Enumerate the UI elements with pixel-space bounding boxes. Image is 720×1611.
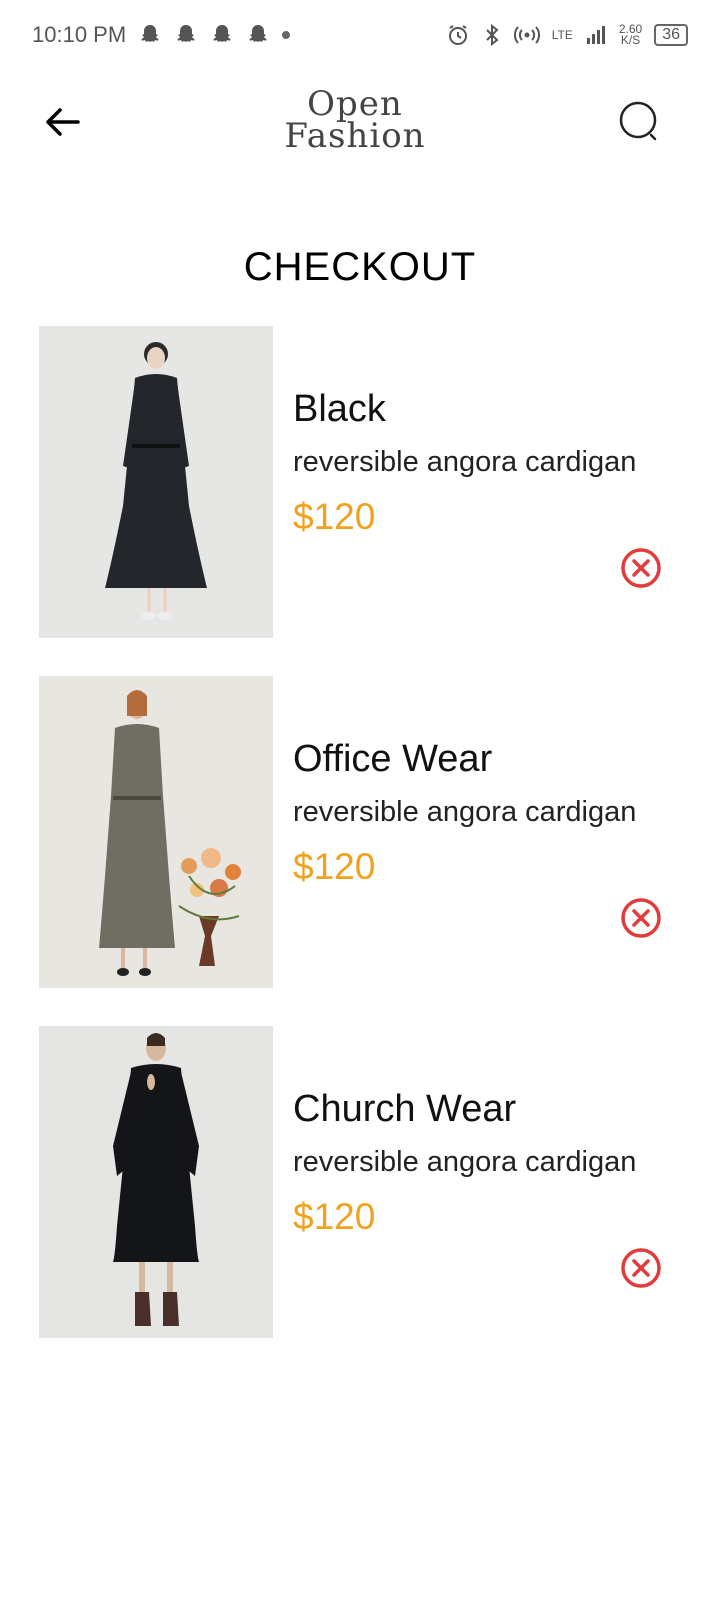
product-image[interactable] [39, 326, 273, 638]
alarm-icon [448, 25, 467, 45]
cart-item[interactable]: Office Wear reversible angora cardigan $… [39, 676, 679, 988]
status-right: LTE 2.60 K/S 36 [446, 23, 688, 47]
product-name: Church Wear [293, 1088, 517, 1130]
hotspot-icon [513, 26, 540, 44]
remove-item-icon[interactable] [620, 547, 662, 589]
remove-item-icon[interactable] [620, 897, 662, 939]
snapchat-notification-icon [249, 25, 268, 42]
product-name: Black [293, 388, 386, 430]
bluetooth-icon [486, 23, 499, 47]
snapchat-notification-icon [177, 25, 196, 42]
product-price: $120 [293, 496, 376, 537]
battery-indicator: 36 [654, 24, 688, 46]
cart-item[interactable]: Black reversible angora cardigan $120 [39, 326, 679, 638]
battery-level: 36 [662, 26, 680, 43]
status-time: 10:10 PM [32, 22, 127, 47]
more-notifications-dot [282, 31, 291, 39]
logo-line-2: Fashion [284, 116, 426, 156]
product-photo-black-coat-dress [39, 326, 273, 638]
net-speed: 2.60 K/S [619, 23, 642, 47]
back-arrow-icon[interactable] [40, 100, 84, 144]
signal-icon [586, 26, 605, 44]
product-price: $120 [293, 1196, 376, 1237]
product-photo-church-wear [39, 1026, 273, 1338]
brand-logo[interactable]: Open Fashion [270, 87, 440, 160]
net-speed-unit: K/S [620, 33, 641, 47]
network-type: LTE [551, 27, 573, 42]
status-left: 10:10 PM [32, 22, 291, 48]
product-price: $120 [293, 846, 376, 887]
product-description: reversible angora cardigan [293, 446, 637, 478]
snapchat-notification-icon [141, 25, 160, 42]
product-image[interactable] [39, 676, 273, 988]
snapchat-notification-icon [213, 25, 232, 42]
search-icon[interactable] [616, 98, 664, 146]
product-image[interactable] [39, 1026, 273, 1338]
app-header: Open Fashion [0, 80, 720, 170]
product-name: Office Wear [293, 738, 493, 780]
product-photo-office-wear [39, 676, 273, 988]
remove-item-icon[interactable] [620, 1247, 662, 1289]
cart-item[interactable]: Church Wear reversible angora cardigan $… [39, 1026, 679, 1338]
page-title: CHECKOUT [243, 244, 477, 289]
status-bar: 10:10 PM LTE 2.60 K/S 36 [0, 0, 720, 70]
product-description: reversible angora cardigan [293, 1146, 637, 1178]
product-description: reversible angora cardigan [293, 796, 637, 828]
